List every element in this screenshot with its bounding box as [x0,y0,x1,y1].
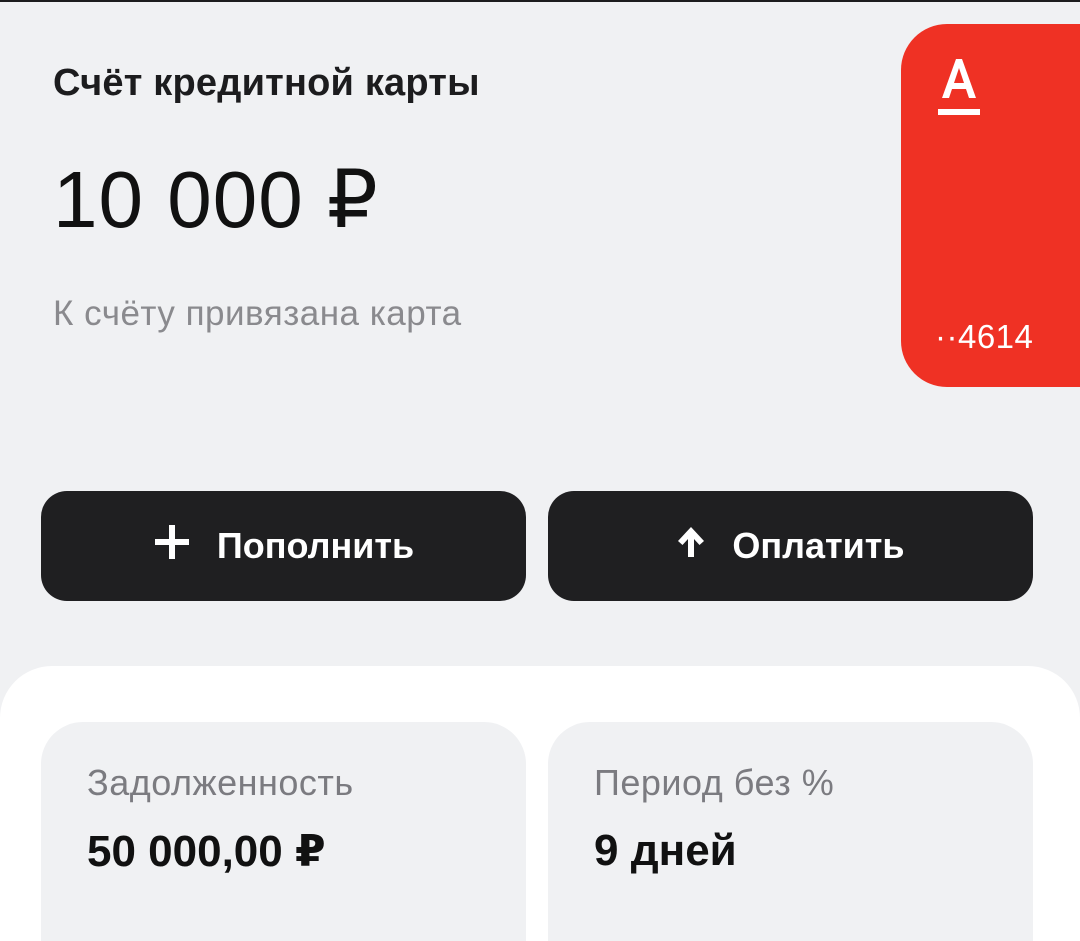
arrow-up-icon [676,525,732,568]
account-title: Счёт кредитной карты [53,62,480,104]
grace-period-tile[interactable]: Период без % 9 дней [548,722,1033,941]
alfa-bank-logo-icon [938,54,980,124]
pay-button[interactable]: Оплатить [548,491,1033,601]
top-divider [0,0,1080,2]
linked-card-text: К счёту привязана карта [53,294,462,333]
top-up-button[interactable]: Пополнить [41,491,526,601]
debt-value: 50 000,00 ₽ [87,827,326,876]
debt-label: Задолженность [87,762,354,803]
pay-label: Оплатить [732,525,905,566]
grace-period-label: Период без % [594,762,835,803]
grace-period-value: 9 дней [594,826,737,875]
card-number-masked: ··4614 [935,318,1034,355]
account-balance: 10 000 ₽ [53,155,379,244]
plus-icon [153,523,217,570]
top-up-label: Пополнить [216,525,415,566]
linked-card-preview[interactable]: ··4614 [901,24,1080,387]
debt-tile[interactable]: Задолженность 50 000,00 ₽ [41,722,526,941]
